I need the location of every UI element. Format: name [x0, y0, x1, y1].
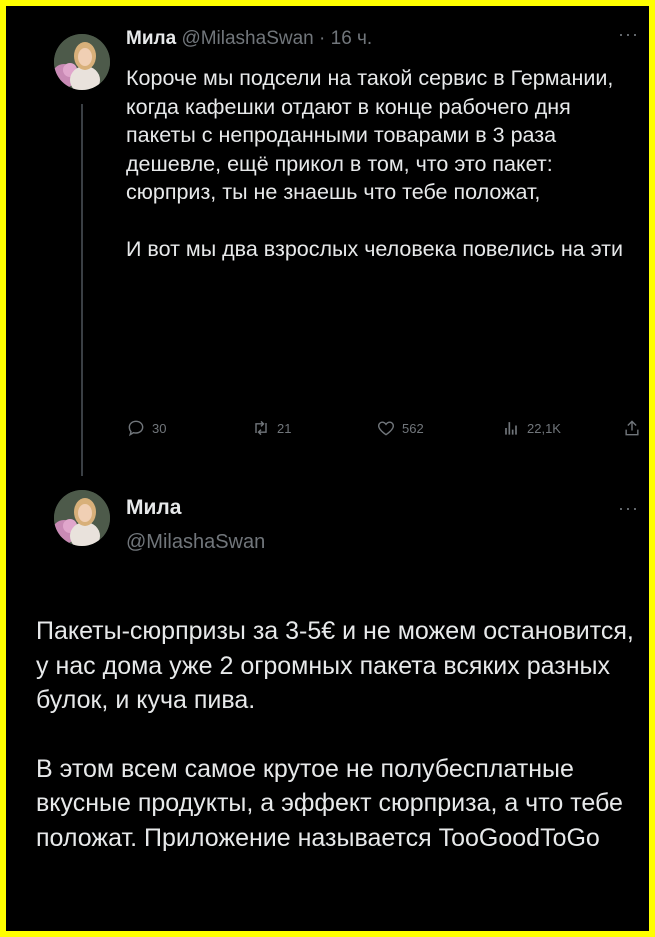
tweet-actions: 30 21 562 22,1K: [126, 418, 646, 444]
user-handle[interactable]: @MilashaSwan: [126, 531, 265, 554]
retweet-icon: [255, 420, 267, 436]
tweet-paragraph: В этом всем самое крутое не полубесплатн…: [36, 754, 623, 852]
tweet-header: Мила @MilashaSwan · 16 ч.: [126, 28, 372, 50]
thread-line: [81, 104, 83, 476]
screenshot-frame: Мила @MilashaSwan · 16 ч. ··· Короче мы …: [6, 6, 649, 931]
tweet-paragraph: И вот мы два взрослых человека повелись …: [126, 236, 623, 261]
like-count: 562: [402, 420, 424, 436]
display-name[interactable]: Мила: [126, 496, 181, 520]
avatar[interactable]: [54, 34, 110, 90]
tweet-paragraph: Короче мы подсели на такой сервис в Герм…: [126, 66, 614, 204]
views-button[interactable]: 22,1K: [501, 418, 561, 438]
user-handle[interactable]: @MilashaSwan: [181, 28, 313, 49]
like-button[interactable]: 562: [376, 418, 424, 438]
retweet-button[interactable]: 21: [251, 418, 291, 438]
avatar[interactable]: [54, 490, 110, 546]
display-name[interactable]: Мила: [126, 28, 176, 49]
retweet-count: 21: [277, 420, 292, 436]
share-icon: [625, 420, 639, 436]
tweet-text: Короче мы подсели на такой сервис в Герм…: [126, 64, 626, 263]
reply-count: 30: [152, 420, 167, 436]
timestamp[interactable]: 16 ч.: [331, 28, 373, 49]
more-options-icon[interactable]: ···: [618, 24, 639, 45]
heart-icon: [378, 421, 394, 436]
more-options-icon[interactable]: ···: [618, 498, 639, 519]
avatar-photo: [54, 490, 110, 546]
reply-icon: [128, 420, 144, 437]
avatar-photo: [54, 34, 110, 90]
share-button[interactable]: [622, 418, 642, 438]
separator-dot: ·: [319, 28, 326, 49]
views-icon: [505, 422, 517, 435]
views-count: 22,1K: [527, 420, 561, 436]
tweet-paragraph: Пакеты-сюрпризы за 3-5€ и не можем остан…: [36, 617, 634, 714]
tweet-text: Пакеты-сюрпризы за 3-5€ и не можем остан…: [36, 614, 636, 855]
reply-button[interactable]: 30: [126, 418, 166, 438]
